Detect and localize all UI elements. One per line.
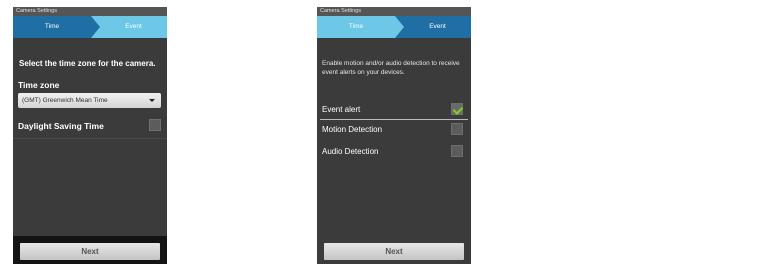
step-chevron-icon <box>91 16 100 38</box>
next-button[interactable]: Next <box>20 243 160 260</box>
step-progress-bar: Time Event <box>13 16 167 38</box>
next-button[interactable]: Next <box>324 243 464 260</box>
audio-detection-checkbox[interactable] <box>451 145 463 157</box>
timezone-dropdown[interactable]: (GMT) Greenwich Mean Time <box>18 93 161 108</box>
divider <box>320 119 468 120</box>
step-chevron-icon <box>395 16 404 38</box>
camera-settings-event-screen: Camera Settings Time Event Enable motion… <box>317 7 471 264</box>
motion-detection-label: Motion Detection <box>322 125 383 134</box>
audio-detection-label: Audio Detection <box>322 147 379 156</box>
event-alert-label: Event alert <box>322 105 361 114</box>
instruction-text: Enable motion and/or audio detection to … <box>322 60 460 76</box>
timezone-label: Time zone <box>18 80 60 90</box>
instruction-text: Select the time zone for the camera. <box>19 59 156 68</box>
checkmark-icon <box>452 104 464 115</box>
divider <box>13 138 167 139</box>
timezone-selected-value: (GMT) Greenwich Mean Time <box>22 97 108 104</box>
window-title: Camera Settings <box>13 7 167 16</box>
step-event-label: Event <box>429 23 446 30</box>
step-progress-bar: Time Event <box>317 16 471 38</box>
dropdown-arrow-icon <box>149 99 155 102</box>
step-time-label: Time <box>44 23 60 30</box>
event-alert-checkbox[interactable] <box>451 103 464 115</box>
step-time-label: Time <box>348 23 364 30</box>
daylight-saving-checkbox[interactable] <box>149 119 161 131</box>
daylight-saving-label: Daylight Saving Time <box>18 121 104 131</box>
step-event-label: Event <box>125 23 142 30</box>
window-title: Camera Settings <box>317 7 471 16</box>
motion-detection-checkbox[interactable] <box>451 123 463 135</box>
camera-settings-time-screen: Camera Settings Time Event Select the ti… <box>13 7 167 264</box>
